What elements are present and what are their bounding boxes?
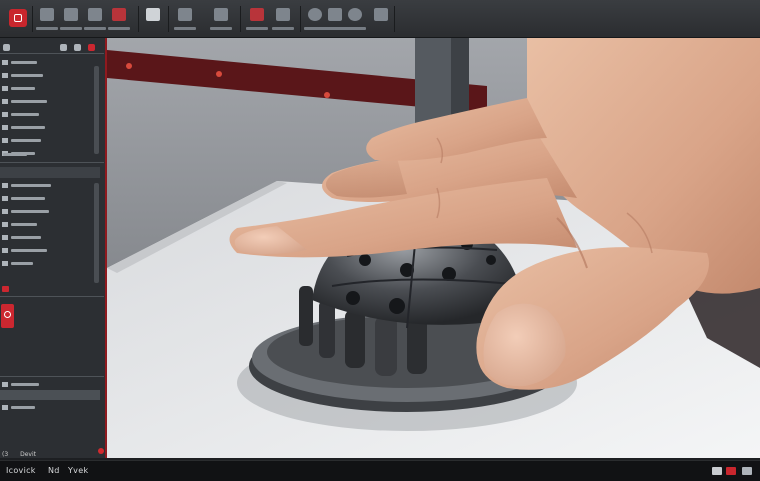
feature-icon bbox=[2, 196, 8, 201]
status-label-3[interactable]: Yvek bbox=[68, 466, 88, 475]
panel-divider bbox=[0, 296, 104, 297]
tool-label bbox=[344, 27, 366, 30]
tool-label bbox=[60, 27, 82, 30]
extrude-tool-icon[interactable] bbox=[64, 8, 78, 21]
ribbon-separator bbox=[240, 6, 241, 32]
tool-label bbox=[84, 27, 106, 30]
tree-item[interactable] bbox=[0, 56, 95, 69]
panel-header-icon bbox=[3, 44, 10, 51]
part-icon bbox=[2, 73, 8, 78]
panel-divider bbox=[0, 376, 104, 377]
tool-label bbox=[324, 27, 346, 30]
view-tool-icon[interactable] bbox=[328, 8, 342, 21]
tool-label bbox=[210, 27, 232, 30]
record-icon[interactable] bbox=[726, 467, 736, 475]
tree-item[interactable] bbox=[0, 69, 95, 82]
viewport-scene bbox=[107, 38, 760, 458]
item-icon bbox=[2, 382, 8, 387]
feature-icon bbox=[2, 183, 8, 188]
measure-tool-icon[interactable] bbox=[178, 8, 192, 21]
revolve-tool-icon[interactable] bbox=[88, 8, 102, 21]
tree-item[interactable] bbox=[0, 82, 95, 95]
feature-icon bbox=[2, 209, 8, 214]
pencil-icon[interactable] bbox=[712, 467, 722, 475]
tree-item[interactable] bbox=[0, 108, 95, 121]
ribbon-separator bbox=[394, 6, 395, 32]
panel-collapse-icon[interactable] bbox=[74, 44, 81, 51]
selected-list-item[interactable] bbox=[0, 390, 100, 400]
panel-close-icon[interactable] bbox=[88, 44, 95, 51]
status-label-2[interactable]: Nd bbox=[48, 466, 60, 475]
orbit-tool-icon[interactable] bbox=[308, 8, 322, 21]
ribbon-separator bbox=[32, 6, 33, 32]
tree-item[interactable] bbox=[0, 257, 95, 270]
constraint-tool-icon[interactable] bbox=[250, 8, 264, 21]
select-tool-icon[interactable] bbox=[146, 8, 160, 21]
bottom-list bbox=[0, 401, 95, 414]
sketch-tool-icon[interactable] bbox=[40, 8, 54, 21]
section-header-bar[interactable] bbox=[0, 167, 100, 178]
item-icon bbox=[2, 405, 8, 410]
footer-left-label: (3 bbox=[2, 451, 9, 458]
part-icon bbox=[2, 125, 8, 130]
tool-label bbox=[304, 27, 326, 30]
fillet-tool-icon[interactable] bbox=[214, 8, 228, 21]
ribbon-separator bbox=[168, 6, 169, 32]
part-icon bbox=[2, 99, 8, 104]
tree-scrollbar[interactable] bbox=[94, 66, 99, 154]
status-bar: Icovick Nd Yvek bbox=[0, 460, 760, 481]
feature-icon bbox=[2, 248, 8, 253]
ribbon-separator bbox=[300, 6, 301, 32]
tree-item[interactable] bbox=[0, 95, 95, 108]
feature-icon bbox=[2, 222, 8, 227]
feature-icon bbox=[2, 261, 8, 266]
part-icon bbox=[2, 138, 8, 143]
tool-label bbox=[174, 27, 196, 30]
status-label-1[interactable]: Icovick bbox=[6, 466, 36, 475]
settings-icon[interactable] bbox=[742, 467, 752, 475]
feature-icon bbox=[2, 235, 8, 240]
tool-label bbox=[36, 27, 58, 30]
render-tool-icon[interactable] bbox=[348, 8, 362, 21]
app-menu-button[interactable] bbox=[9, 9, 27, 27]
tool-label bbox=[246, 27, 268, 30]
panel-pin-icon[interactable] bbox=[60, 44, 67, 51]
list-item[interactable] bbox=[0, 401, 95, 414]
tool-label bbox=[272, 27, 294, 30]
status-dot-icon bbox=[98, 448, 104, 454]
browser-panel: (3 Devit bbox=[0, 38, 107, 458]
panel-divider bbox=[0, 53, 104, 54]
part-icon bbox=[2, 60, 8, 65]
ribbon-toolbar bbox=[0, 0, 760, 38]
record-badge-icon[interactable] bbox=[1, 304, 14, 328]
tree-item[interactable] bbox=[0, 192, 95, 205]
property-scrollbar[interactable] bbox=[94, 183, 99, 283]
footer-mid-label[interactable]: Devit bbox=[20, 451, 36, 458]
part-icon bbox=[2, 86, 8, 91]
settings-tool-icon[interactable] bbox=[374, 8, 388, 21]
tree-item[interactable] bbox=[0, 121, 95, 134]
tree-item[interactable] bbox=[0, 205, 95, 218]
panel-footer: (3 Devit bbox=[2, 451, 46, 458]
property-tree bbox=[0, 179, 95, 270]
section-header bbox=[0, 148, 95, 161]
tree-item[interactable] bbox=[0, 134, 95, 147]
feature-tree bbox=[0, 56, 95, 160]
part-icon bbox=[2, 112, 8, 117]
warning-icon[interactable] bbox=[2, 286, 9, 292]
tree-item[interactable] bbox=[0, 244, 95, 257]
3d-viewport[interactable] bbox=[107, 38, 760, 458]
tree-item[interactable] bbox=[0, 179, 95, 192]
sweep-tool-icon[interactable] bbox=[112, 8, 126, 21]
tool-label bbox=[108, 27, 130, 30]
panel-divider bbox=[0, 162, 104, 163]
assembly-tool-icon[interactable] bbox=[276, 8, 290, 21]
tree-item[interactable] bbox=[0, 218, 95, 231]
tree-item[interactable] bbox=[0, 231, 95, 244]
ribbon-separator bbox=[138, 6, 139, 32]
